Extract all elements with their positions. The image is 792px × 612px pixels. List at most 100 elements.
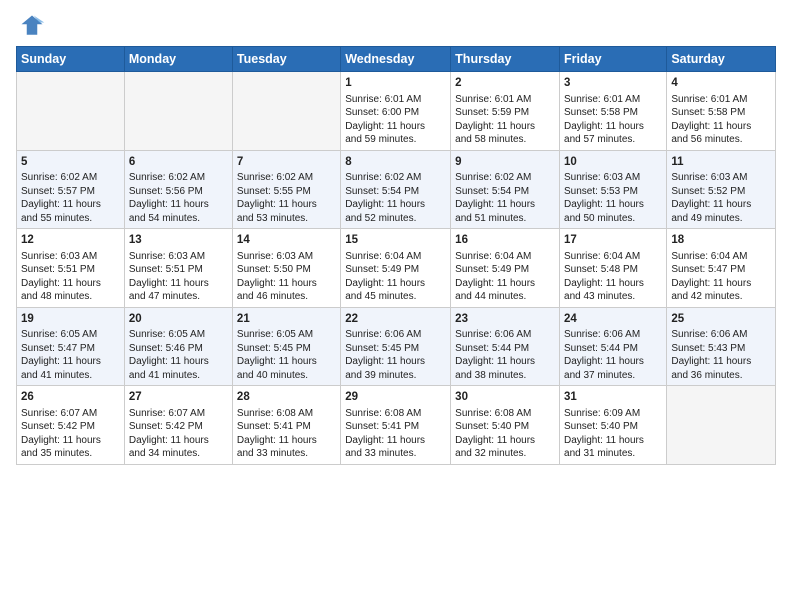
day-info: Sunrise: 6:01 AM Sunset: 5:58 PM Dayligh… [671,93,771,147]
page: SundayMondayTuesdayWednesdayThursdayFrid… [0,0,792,612]
day-number: 31 [564,390,662,406]
day-number: 29 [345,390,446,406]
day-info: Sunrise: 6:02 AM Sunset: 5:57 PM Dayligh… [21,171,120,225]
day-number: 15 [345,233,446,249]
day-info: Sunrise: 6:03 AM Sunset: 5:51 PM Dayligh… [21,250,120,304]
day-info: Sunrise: 6:03 AM Sunset: 5:50 PM Dayligh… [237,250,336,304]
weekday-header-saturday: Saturday [667,47,776,72]
day-info: Sunrise: 6:04 AM Sunset: 5:49 PM Dayligh… [455,250,555,304]
logo [16,12,46,40]
calendar-cell: 3Sunrise: 6:01 AM Sunset: 5:58 PM Daylig… [560,72,667,151]
day-info: Sunrise: 6:06 AM Sunset: 5:44 PM Dayligh… [564,328,662,382]
day-info: Sunrise: 6:08 AM Sunset: 5:41 PM Dayligh… [345,407,446,461]
day-info: Sunrise: 6:07 AM Sunset: 5:42 PM Dayligh… [129,407,228,461]
calendar-cell: 8Sunrise: 6:02 AM Sunset: 5:54 PM Daylig… [341,150,451,229]
day-info: Sunrise: 6:06 AM Sunset: 5:44 PM Dayligh… [455,328,555,382]
weekday-header-thursday: Thursday [451,47,560,72]
day-info: Sunrise: 6:02 AM Sunset: 5:54 PM Dayligh… [345,171,446,225]
calendar-cell: 24Sunrise: 6:06 AM Sunset: 5:44 PM Dayli… [560,307,667,386]
calendar-table: SundayMondayTuesdayWednesdayThursdayFrid… [16,46,776,465]
day-number: 9 [455,155,555,171]
day-number: 28 [237,390,336,406]
calendar-cell: 10Sunrise: 6:03 AM Sunset: 5:53 PM Dayli… [560,150,667,229]
day-info: Sunrise: 6:08 AM Sunset: 5:41 PM Dayligh… [237,407,336,461]
day-number: 2 [455,76,555,92]
day-number: 12 [21,233,120,249]
day-info: Sunrise: 6:05 AM Sunset: 5:47 PM Dayligh… [21,328,120,382]
day-info: Sunrise: 6:02 AM Sunset: 5:55 PM Dayligh… [237,171,336,225]
calendar-week-row-5: 26Sunrise: 6:07 AM Sunset: 5:42 PM Dayli… [17,386,776,465]
calendar-week-row-3: 12Sunrise: 6:03 AM Sunset: 5:51 PM Dayli… [17,229,776,308]
calendar-cell [232,72,340,151]
calendar-week-row-4: 19Sunrise: 6:05 AM Sunset: 5:47 PM Dayli… [17,307,776,386]
day-number: 24 [564,312,662,328]
calendar-cell: 21Sunrise: 6:05 AM Sunset: 5:45 PM Dayli… [232,307,340,386]
calendar-cell: 11Sunrise: 6:03 AM Sunset: 5:52 PM Dayli… [667,150,776,229]
day-info: Sunrise: 6:03 AM Sunset: 5:53 PM Dayligh… [564,171,662,225]
calendar-cell: 30Sunrise: 6:08 AM Sunset: 5:40 PM Dayli… [451,386,560,465]
calendar-cell: 23Sunrise: 6:06 AM Sunset: 5:44 PM Dayli… [451,307,560,386]
calendar-cell: 25Sunrise: 6:06 AM Sunset: 5:43 PM Dayli… [667,307,776,386]
weekday-header-sunday: Sunday [17,47,125,72]
calendar-cell [17,72,125,151]
calendar-cell: 4Sunrise: 6:01 AM Sunset: 5:58 PM Daylig… [667,72,776,151]
day-number: 10 [564,155,662,171]
weekday-header-wednesday: Wednesday [341,47,451,72]
day-info: Sunrise: 6:06 AM Sunset: 5:45 PM Dayligh… [345,328,446,382]
calendar-cell: 31Sunrise: 6:09 AM Sunset: 5:40 PM Dayli… [560,386,667,465]
day-info: Sunrise: 6:07 AM Sunset: 5:42 PM Dayligh… [21,407,120,461]
calendar-cell: 18Sunrise: 6:04 AM Sunset: 5:47 PM Dayli… [667,229,776,308]
calendar-week-row-2: 5Sunrise: 6:02 AM Sunset: 5:57 PM Daylig… [17,150,776,229]
weekday-header-friday: Friday [560,47,667,72]
day-number: 7 [237,155,336,171]
day-info: Sunrise: 6:01 AM Sunset: 6:00 PM Dayligh… [345,93,446,147]
calendar-cell: 28Sunrise: 6:08 AM Sunset: 5:41 PM Dayli… [232,386,340,465]
day-info: Sunrise: 6:02 AM Sunset: 5:54 PM Dayligh… [455,171,555,225]
calendar-cell: 22Sunrise: 6:06 AM Sunset: 5:45 PM Dayli… [341,307,451,386]
calendar-cell: 9Sunrise: 6:02 AM Sunset: 5:54 PM Daylig… [451,150,560,229]
calendar-cell: 20Sunrise: 6:05 AM Sunset: 5:46 PM Dayli… [124,307,232,386]
logo-icon [18,12,46,40]
day-number: 8 [345,155,446,171]
calendar-cell: 26Sunrise: 6:07 AM Sunset: 5:42 PM Dayli… [17,386,125,465]
day-info: Sunrise: 6:09 AM Sunset: 5:40 PM Dayligh… [564,407,662,461]
day-number: 3 [564,76,662,92]
day-number: 18 [671,233,771,249]
day-info: Sunrise: 6:04 AM Sunset: 5:48 PM Dayligh… [564,250,662,304]
day-info: Sunrise: 6:08 AM Sunset: 5:40 PM Dayligh… [455,407,555,461]
day-number: 14 [237,233,336,249]
calendar-cell: 16Sunrise: 6:04 AM Sunset: 5:49 PM Dayli… [451,229,560,308]
day-info: Sunrise: 6:03 AM Sunset: 5:52 PM Dayligh… [671,171,771,225]
calendar-cell: 29Sunrise: 6:08 AM Sunset: 5:41 PM Dayli… [341,386,451,465]
calendar-cell: 5Sunrise: 6:02 AM Sunset: 5:57 PM Daylig… [17,150,125,229]
weekday-header-monday: Monday [124,47,232,72]
calendar-cell: 7Sunrise: 6:02 AM Sunset: 5:55 PM Daylig… [232,150,340,229]
day-number: 13 [129,233,228,249]
day-info: Sunrise: 6:05 AM Sunset: 5:46 PM Dayligh… [129,328,228,382]
day-info: Sunrise: 6:02 AM Sunset: 5:56 PM Dayligh… [129,171,228,225]
calendar-cell [124,72,232,151]
day-number: 25 [671,312,771,328]
day-info: Sunrise: 6:06 AM Sunset: 5:43 PM Dayligh… [671,328,771,382]
calendar-cell: 17Sunrise: 6:04 AM Sunset: 5:48 PM Dayli… [560,229,667,308]
day-info: Sunrise: 6:05 AM Sunset: 5:45 PM Dayligh… [237,328,336,382]
weekday-header-tuesday: Tuesday [232,47,340,72]
day-number: 16 [455,233,555,249]
calendar-cell: 12Sunrise: 6:03 AM Sunset: 5:51 PM Dayli… [17,229,125,308]
day-number: 27 [129,390,228,406]
day-number: 6 [129,155,228,171]
day-number: 11 [671,155,771,171]
day-number: 26 [21,390,120,406]
weekday-header-row: SundayMondayTuesdayWednesdayThursdayFrid… [17,47,776,72]
calendar-cell: 27Sunrise: 6:07 AM Sunset: 5:42 PM Dayli… [124,386,232,465]
calendar-cell: 19Sunrise: 6:05 AM Sunset: 5:47 PM Dayli… [17,307,125,386]
calendar-cell: 13Sunrise: 6:03 AM Sunset: 5:51 PM Dayli… [124,229,232,308]
header [16,12,776,40]
day-info: Sunrise: 6:01 AM Sunset: 5:58 PM Dayligh… [564,93,662,147]
day-number: 23 [455,312,555,328]
calendar-cell: 15Sunrise: 6:04 AM Sunset: 5:49 PM Dayli… [341,229,451,308]
day-number: 20 [129,312,228,328]
calendar-cell: 1Sunrise: 6:01 AM Sunset: 6:00 PM Daylig… [341,72,451,151]
day-number: 5 [21,155,120,171]
day-number: 17 [564,233,662,249]
